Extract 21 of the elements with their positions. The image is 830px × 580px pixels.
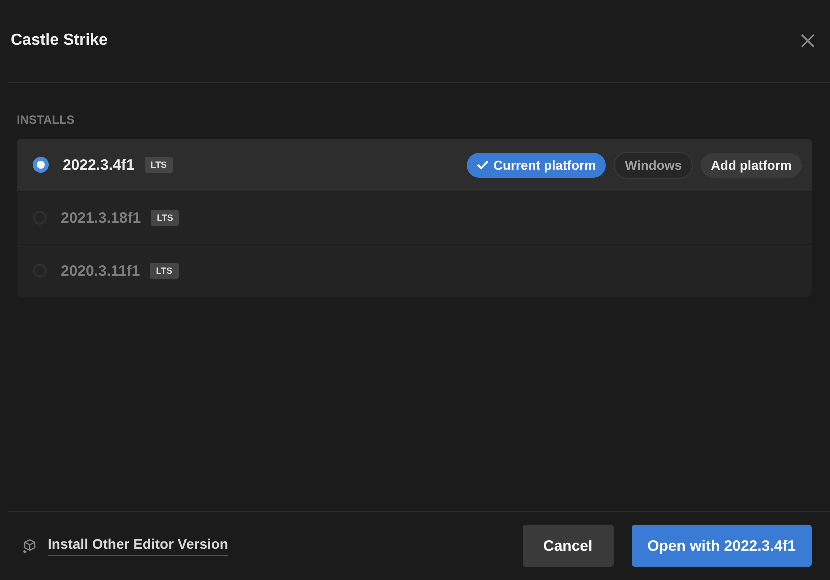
install-row[interactable]: 2020.3.11f1 LTS (17, 245, 812, 297)
install-row[interactable]: 2022.3.4f1 LTS Current platform Windows Add platform (17, 139, 812, 192)
platform-chip[interactable]: Windows (614, 152, 694, 178)
window-title: Castle Strike (11, 32, 108, 50)
current-platform-chip[interactable]: Current platform (466, 152, 606, 178)
add-platform-button[interactable]: Add platform (701, 152, 802, 178)
cancel-button[interactable]: Cancel (522, 525, 614, 567)
open-button[interactable]: Open with 2022.3.4f1 (632, 525, 812, 567)
radio-button[interactable] (33, 157, 49, 173)
lts-badge: LTS (151, 210, 180, 226)
package-icon (22, 538, 38, 554)
version-label: 2021.3.18f1 (61, 210, 142, 226)
install-editor-link[interactable]: Install Other Editor Version (48, 536, 228, 556)
lts-badge: LTS (144, 157, 174, 173)
install-row[interactable]: 2021.3.18f1 LTS (17, 192, 812, 245)
version-label: 2022.3.4f1 (63, 156, 135, 174)
close-icon[interactable] (800, 33, 816, 49)
section-label: INSTALLS (17, 113, 76, 127)
version-label: 2020.3.11f1 (61, 262, 140, 280)
check-icon (476, 160, 489, 170)
lts-badge: LTS (150, 263, 179, 279)
